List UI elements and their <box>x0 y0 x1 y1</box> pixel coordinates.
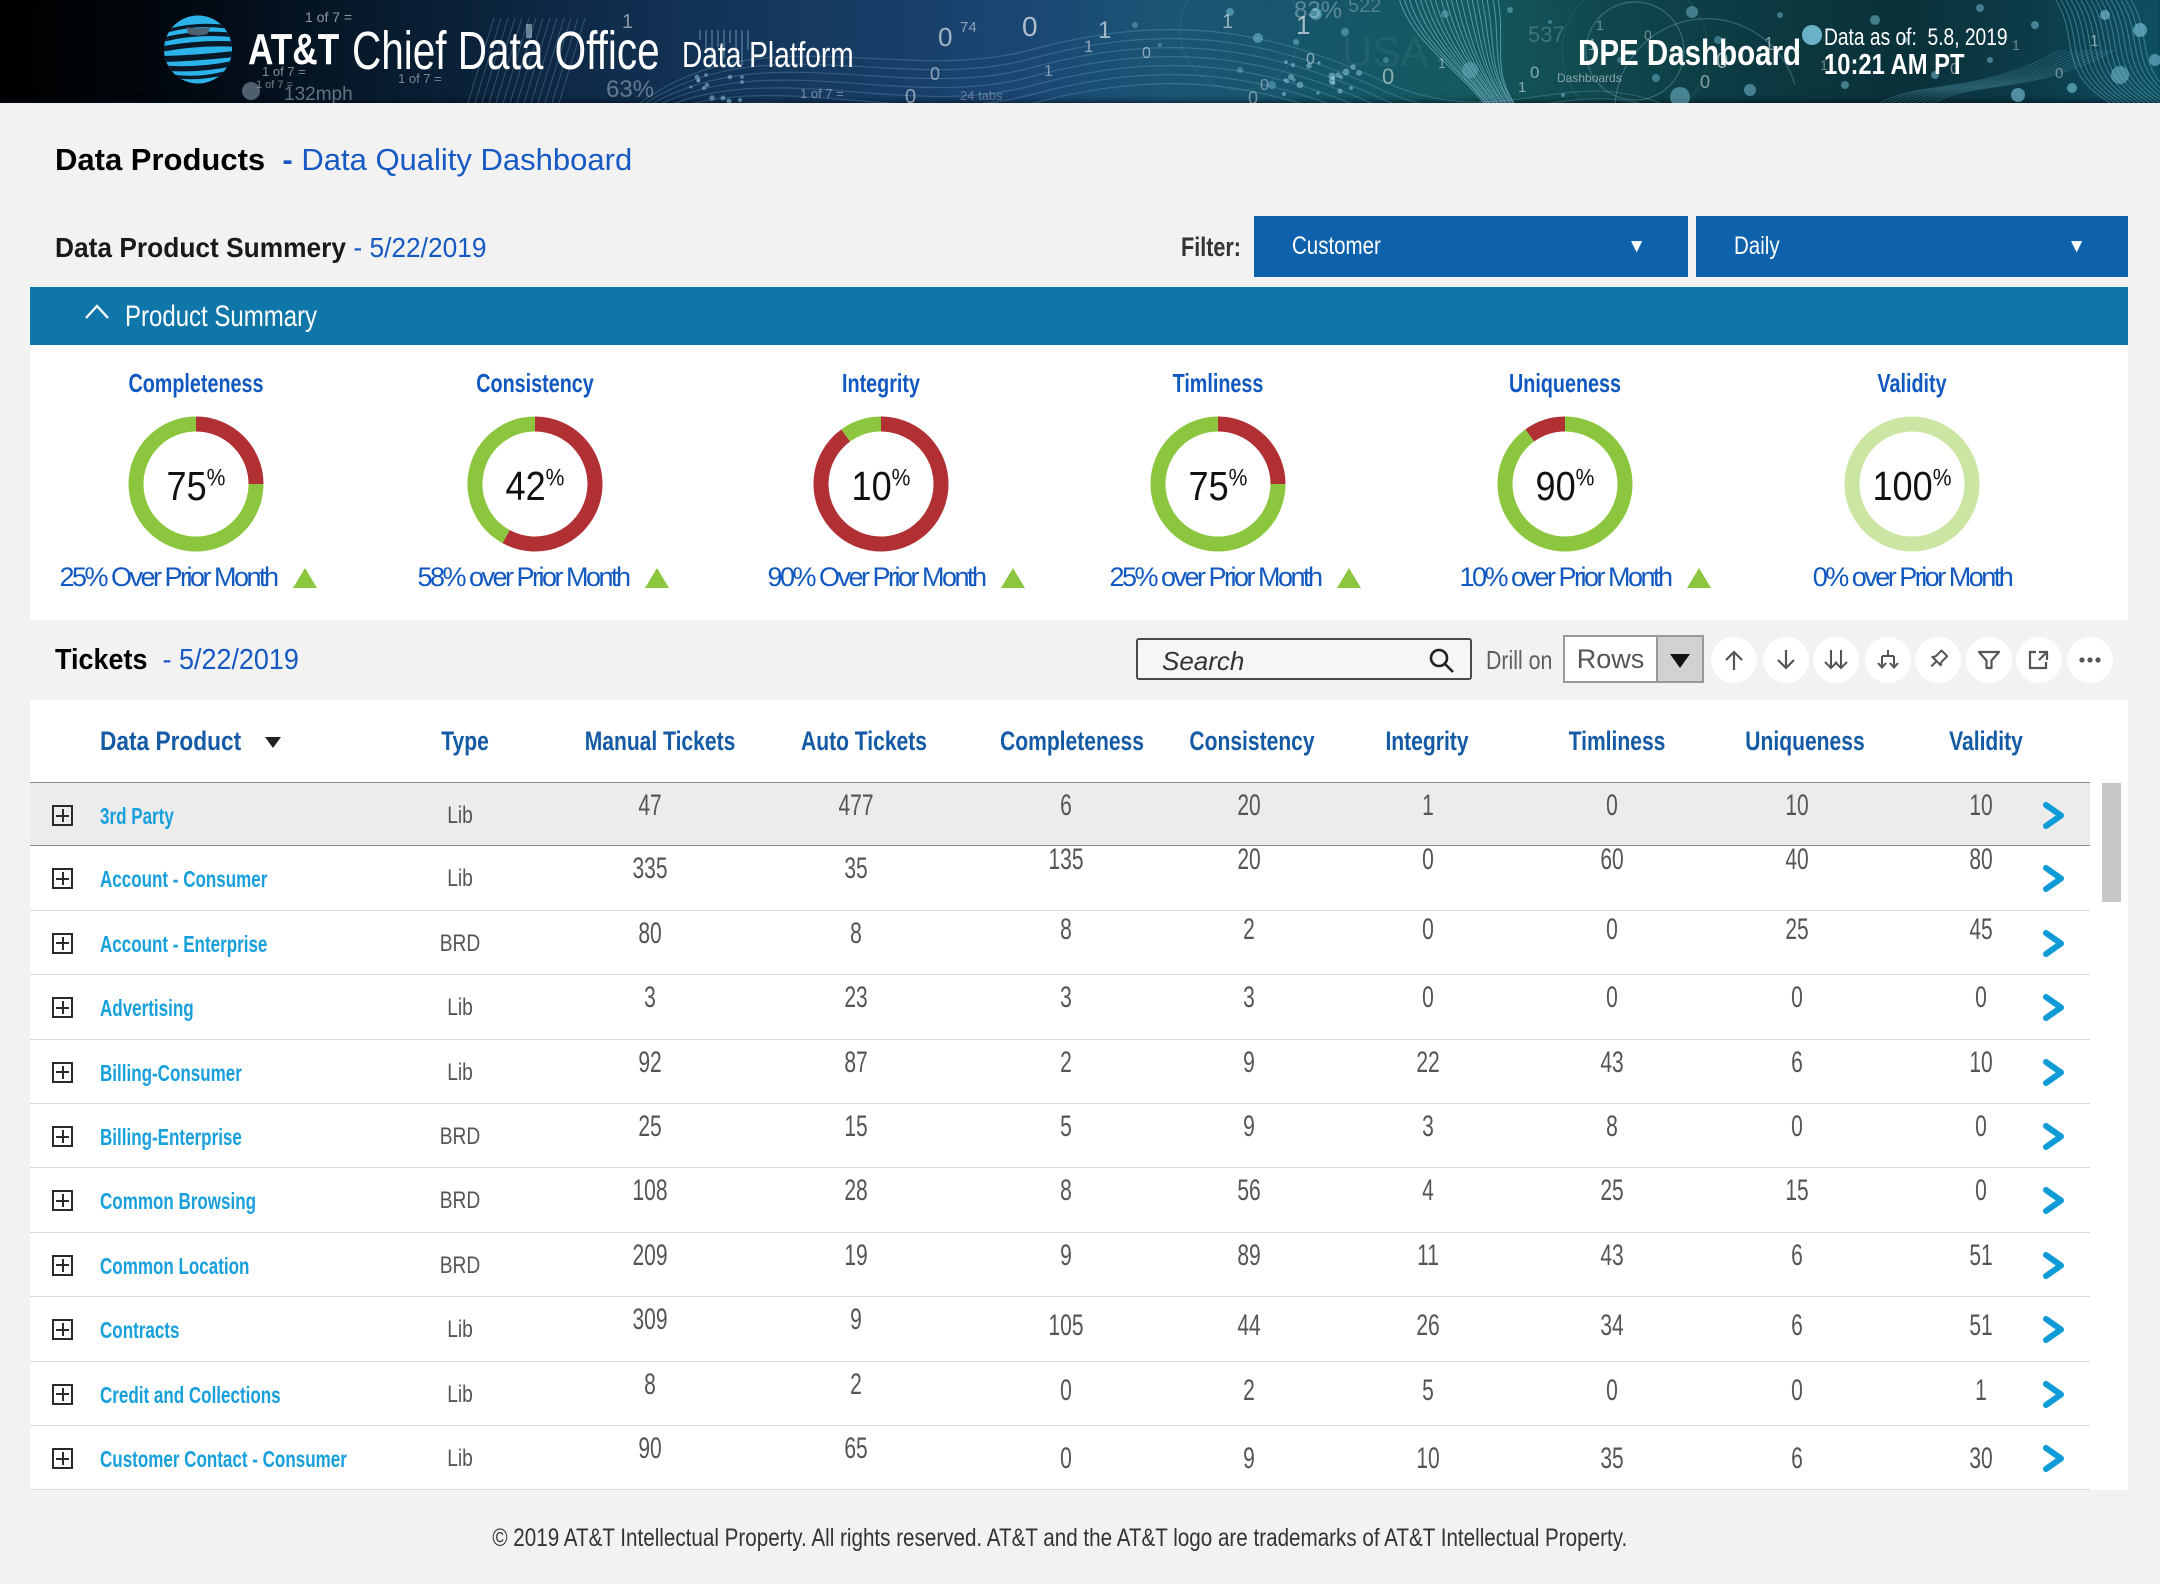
svg-text:1: 1 <box>2012 37 2020 53</box>
svg-text:1: 1 <box>1222 11 1233 33</box>
svg-text:74: 74 <box>960 19 977 36</box>
svg-text:0: 0 <box>1306 51 1315 68</box>
svg-text:1: 1 <box>1098 17 1111 44</box>
svg-text:0: 0 <box>1700 72 1710 92</box>
svg-text:0: 0 <box>2055 65 2063 82</box>
svg-text:0: 0 <box>930 64 940 84</box>
svg-text:522: 522 <box>1348 0 1381 17</box>
svg-text:24 tabs: 24 tabs <box>960 88 1003 103</box>
svg-text:1 of 7 =: 1 of 7 = <box>305 9 352 25</box>
svg-text:1: 1 <box>2090 33 2099 50</box>
svg-text:1: 1 <box>1518 79 1526 96</box>
svg-text:132mph: 132mph <box>284 84 353 103</box>
svg-text:1: 1 <box>1084 37 1093 56</box>
svg-text:0: 0 <box>1260 77 1269 94</box>
svg-text:USA: USA <box>1342 28 1428 75</box>
svg-text:0: 0 <box>905 86 916 103</box>
svg-text:83%: 83% <box>1294 0 1342 24</box>
svg-text:0: 0 <box>938 22 952 52</box>
svg-text:1: 1 <box>1044 63 1053 80</box>
svg-text:1 of 7 =: 1 of 7 = <box>800 86 844 101</box>
svg-text:0: 0 <box>1022 11 1038 42</box>
svg-text:0: 0 <box>1142 45 1151 62</box>
svg-text:1: 1 <box>1438 55 1446 71</box>
svg-text:0: 0 <box>1248 88 1258 103</box>
svg-text:1: 1 <box>1596 17 1604 33</box>
svg-text:537: 537 <box>1528 22 1565 47</box>
svg-text:0: 0 <box>1530 63 1539 82</box>
